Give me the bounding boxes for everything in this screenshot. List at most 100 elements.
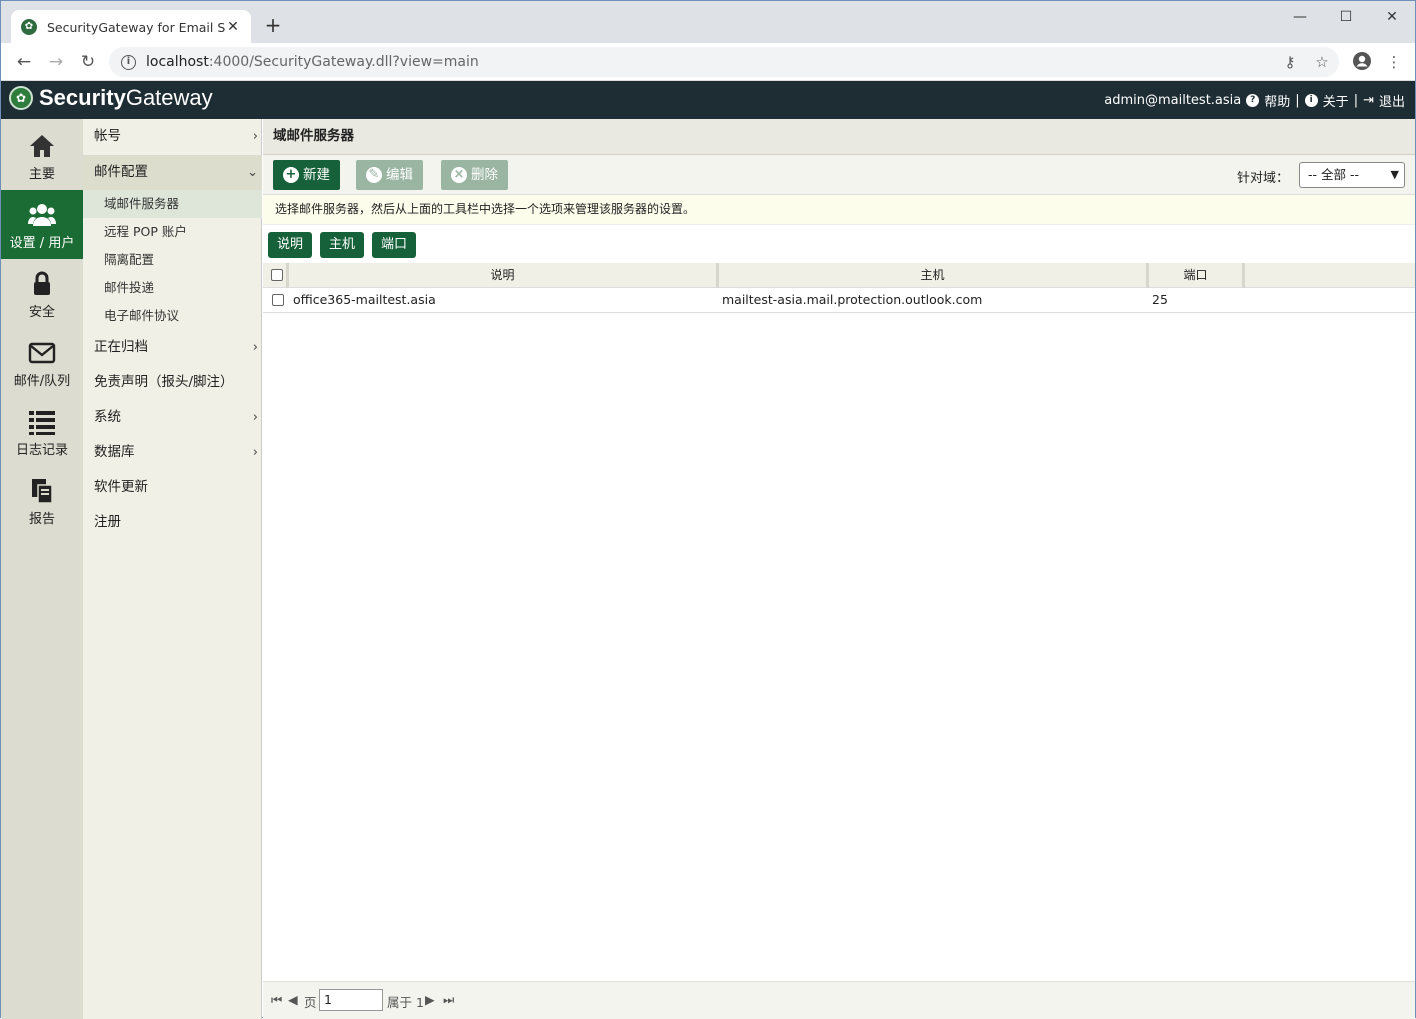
last-page-icon[interactable]: ⏭ — [443, 992, 454, 1008]
column-header-host[interactable]: 主机 — [719, 263, 1149, 288]
select-all-checkbox[interactable] — [271, 269, 283, 281]
rail-label: 设置 / 用户 — [9, 236, 75, 251]
address-bar[interactable]: i localhost:4000/SecurityGateway.dll?vie… — [109, 47, 1339, 77]
tab-close-icon[interactable]: ✕ — [225, 19, 241, 35]
main-nav-rail: 主要 设置 / 用户 安全 邮件/队列 日志记录 报告 — [1, 119, 83, 1019]
browser-toolbar: ← → ↻ i localhost:4000/SecurityGateway.d… — [1, 43, 1415, 81]
column-header-port[interactable]: 端口 — [1149, 263, 1245, 288]
pager: ⏮ ◀ 页 1 属于 1 ▶ ⏭ — [263, 981, 1415, 1019]
logout-link[interactable]: 退出 — [1379, 91, 1405, 110]
prev-page-icon[interactable]: ◀ — [288, 992, 298, 1007]
tab-strip: ✿ SecurityGateway for Email Ser ✕ + — ☐ … — [1, 1, 1415, 44]
menu-item-updates[interactable]: 软件更新 — [83, 470, 262, 505]
submenu-item-quarantine[interactable]: 隔离配置 — [83, 246, 262, 274]
page-count-label: 属于 1 — [387, 995, 424, 1010]
close-window-button[interactable]: ✕ — [1369, 5, 1415, 29]
cell-port: 25 — [1152, 292, 1168, 307]
chevron-down-icon: ⌄ — [247, 165, 258, 180]
edit-button[interactable]: ✎ 编辑 — [356, 160, 423, 190]
logout-icon: ⇥ — [1363, 93, 1374, 108]
column-header-description[interactable]: 说明 — [289, 263, 719, 288]
domain-filter-select[interactable]: -- 全部 -- ▼ — [1299, 162, 1405, 188]
star-icon[interactable]: ☆ — [1311, 51, 1333, 73]
page-number-input[interactable]: 1 — [319, 989, 383, 1011]
rail-label: 安全 — [28, 305, 55, 320]
menu-item-register[interactable]: 注册 — [83, 505, 262, 540]
help-icon: ? — [1246, 94, 1260, 107]
about-link[interactable]: 关于 — [1323, 91, 1349, 110]
app-logo: ✿ SecurityGateway — [9, 85, 213, 111]
menu-item-database[interactable]: 数据库 › — [83, 435, 262, 470]
menu-item-mail-config[interactable]: 邮件配置 ⌄ — [83, 155, 262, 190]
select-all-cell — [263, 263, 289, 288]
submenu-item-protocols[interactable]: 电子邮件协议 — [83, 302, 262, 330]
site-info-icon[interactable]: i — [121, 54, 136, 70]
favicon-icon: ✿ — [21, 19, 37, 35]
home-icon — [30, 135, 54, 157]
user-email[interactable]: admin@mailtest.asia — [1104, 93, 1241, 108]
separator: | — [1353, 93, 1359, 108]
separator: | — [1295, 93, 1300, 108]
reload-icon[interactable]: ↻ — [75, 49, 101, 75]
table-row[interactable]: office365-mailtest.asia mailtest-asia.ma… — [263, 288, 1415, 313]
rail-item-home[interactable]: 主要 — [1, 121, 83, 190]
profile-icon[interactable] — [1351, 51, 1373, 73]
forward-icon[interactable]: → — [43, 49, 69, 75]
rail-item-reports[interactable]: 报告 — [1, 466, 83, 535]
cell-description: office365-mailtest.asia — [293, 292, 436, 307]
menu-item-disclaimer[interactable]: 免责声明（报头/脚注） — [83, 365, 262, 400]
help-link[interactable]: 帮助 — [1264, 91, 1290, 110]
plus-circle-icon: + — [283, 167, 299, 183]
column-button-port[interactable]: 端口 — [372, 232, 417, 258]
report-icon — [32, 479, 53, 504]
rail-label: 主要 — [28, 167, 55, 182]
chevron-right-icon: › — [252, 129, 258, 144]
rail-item-logging[interactable]: 日志记录 — [1, 397, 83, 466]
first-page-icon[interactable]: ⏮ — [271, 992, 282, 1008]
minimize-button[interactable]: — — [1277, 5, 1323, 29]
chevron-right-icon: › — [252, 445, 258, 460]
info-icon: i — [1304, 94, 1318, 107]
column-button-host[interactable]: 主机 — [320, 232, 365, 258]
row-checkbox[interactable] — [272, 294, 284, 306]
list-icon — [29, 411, 55, 435]
next-page-icon[interactable]: ▶ — [425, 992, 435, 1007]
rail-item-settings-users[interactable]: 设置 / 用户 — [1, 190, 83, 259]
back-icon[interactable]: ← — [11, 49, 37, 75]
menu-item-system[interactable]: 系统 › — [83, 400, 262, 435]
key-icon[interactable]: ⚷ — [1279, 51, 1301, 73]
submenu-item-remote-pop[interactable]: 远程 POP 账户 — [83, 218, 262, 246]
chevron-right-icon: › — [252, 410, 258, 425]
logo-icon: ✿ — [9, 86, 33, 110]
server-table: 说明 主机 端口 office365-mailtest.asia mailtes… — [263, 263, 1415, 313]
instruction-text: 选择邮件服务器，然后从上面的工具栏中选择一个选项来管理该服务器的设置。 — [263, 195, 1415, 225]
tab-title: SecurityGateway for Email Ser — [47, 19, 225, 35]
menu-item-accounts[interactable]: 帐号 › — [83, 119, 262, 154]
delete-circle-icon: × — [451, 167, 467, 183]
browser-tab[interactable]: ✿ SecurityGateway for Email Ser ✕ — [11, 10, 251, 44]
main-content: 域邮件服务器 + 新建 ✎ 编辑 × 删除 针对域： -- 全部 -- ▼ 选择邮件服务… — [263, 119, 1415, 1019]
delete-button[interactable]: × 删除 — [441, 160, 508, 190]
cell-host: mailtest-asia.mail.protection.outlook.co… — [722, 292, 983, 307]
rail-item-security[interactable]: 安全 — [1, 259, 83, 328]
edit-icon: ✎ — [366, 167, 382, 183]
user-bar: admin@mailtest.asia ? 帮助 | i 关于 | ⇥ 退出 — [1104, 91, 1405, 110]
page-title: 域邮件服务器 — [263, 119, 1415, 155]
maximize-button[interactable]: ☐ — [1323, 5, 1369, 29]
lock-icon — [34, 271, 50, 295]
submenu-item-domain-mail-servers[interactable]: 域邮件服务器 — [83, 190, 262, 218]
rail-item-mail-queue[interactable]: 邮件/队列 — [1, 328, 83, 397]
menu-item-archiving[interactable]: 正在归档 › — [83, 330, 262, 365]
new-button[interactable]: + 新建 — [273, 160, 340, 190]
table-header: 说明 主机 端口 — [263, 263, 1415, 288]
chevron-down-icon: ▼ — [1390, 168, 1399, 181]
action-toolbar: + 新建 ✎ 编辑 × 删除 针对域： -- 全部 -- ▼ — [263, 155, 1415, 195]
submenu-item-delivery[interactable]: 邮件投递 — [83, 274, 262, 302]
envelope-icon — [28, 342, 56, 364]
users-icon — [28, 204, 56, 226]
column-button-description[interactable]: 说明 — [268, 232, 313, 258]
domain-filter-label: 针对域： — [1236, 171, 1289, 186]
menu-dots-icon[interactable]: ⋮ — [1383, 51, 1405, 73]
new-tab-button[interactable]: + — [261, 14, 285, 38]
page-label: 页 — [304, 995, 317, 1010]
